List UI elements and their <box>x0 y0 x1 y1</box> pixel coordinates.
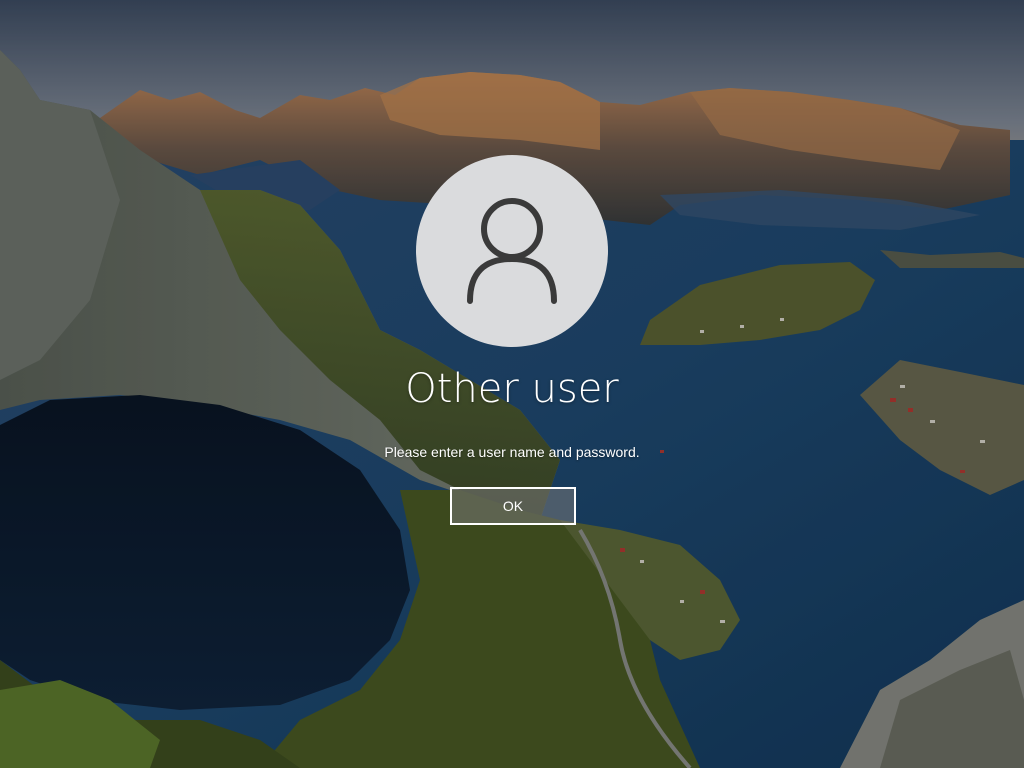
user-name-label: Other user <box>405 366 619 412</box>
lock-screen: Other user Please enter a user name and … <box>0 0 1024 768</box>
login-message: Please enter a user name and password. <box>384 444 640 460</box>
user-silhouette-icon <box>467 198 557 304</box>
ok-button[interactable]: OK <box>450 487 576 525</box>
user-avatar <box>416 155 608 347</box>
